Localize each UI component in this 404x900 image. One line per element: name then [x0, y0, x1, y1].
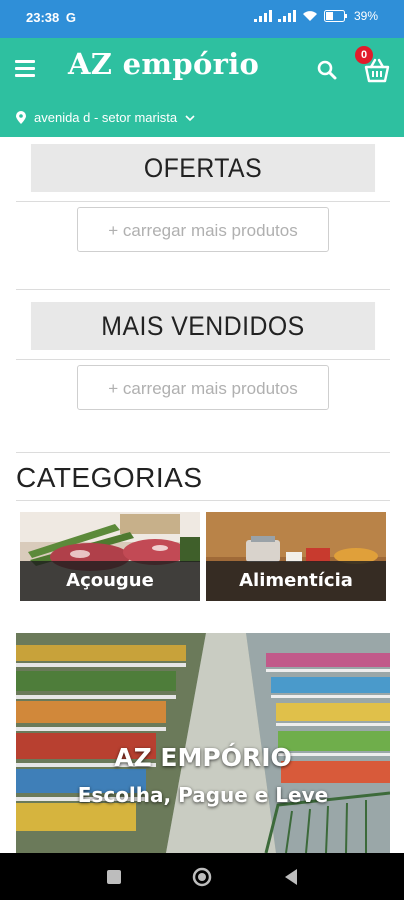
search-icon[interactable] [317, 60, 337, 80]
divider [16, 201, 390, 202]
promo-banner[interactable]: AZ EMPÓRIO Escolha, Pague e Leve [16, 633, 390, 853]
section-header-ofertas: OFERTAS [30, 144, 376, 192]
location-pin-icon [16, 111, 26, 124]
divider [16, 289, 390, 290]
menu-icon[interactable] [15, 60, 35, 78]
wifi-icon [302, 11, 317, 21]
status-bar: 23:38 G 39% [0, 0, 404, 38]
banner-title: AZ EMPÓRIO [114, 743, 292, 772]
clock: 23:38 [26, 10, 60, 25]
signal-icon [253, 10, 272, 22]
cart-count-badge: 0 [355, 46, 373, 64]
load-more-mais-vendidos-button[interactable]: + carregar mais produtos [77, 365, 329, 410]
location-text: avenida d - setor marista [34, 110, 178, 125]
categories-title: CATEGORIAS [16, 462, 203, 493]
app-logo-title: AZ empório [68, 47, 260, 81]
status-icons: 39% [253, 9, 378, 23]
app-header: AZ empório 0 avenida d - setor marista [0, 38, 404, 137]
category-card-alimenticia[interactable]: Alimentícia [206, 512, 386, 601]
status-time: 23:38 G [26, 10, 76, 25]
battery-icon [323, 10, 347, 22]
category-label: Açougue [20, 561, 200, 601]
divider [16, 500, 390, 501]
recent-apps-icon[interactable] [107, 870, 121, 884]
location-selector[interactable]: avenida d - setor marista [16, 110, 195, 125]
section-header-mais-vendidos: MAIS VENDIDOS [30, 302, 376, 350]
category-card-acougue[interactable]: Açougue [20, 512, 200, 601]
back-icon[interactable] [283, 868, 299, 886]
system-navigation-bar [0, 853, 404, 900]
divider [16, 452, 390, 453]
category-label: Alimentícia [206, 561, 386, 601]
battery-percent: 39% [353, 9, 378, 23]
banner-subtitle: Escolha, Pague e Leve [77, 783, 329, 807]
network-type: G [65, 10, 76, 25]
home-icon[interactable] [192, 867, 212, 887]
chevron-down-icon [185, 114, 195, 121]
signal-icon [277, 10, 296, 22]
load-more-ofertas-button[interactable]: + carregar mais produtos [77, 207, 329, 252]
divider [16, 359, 390, 360]
